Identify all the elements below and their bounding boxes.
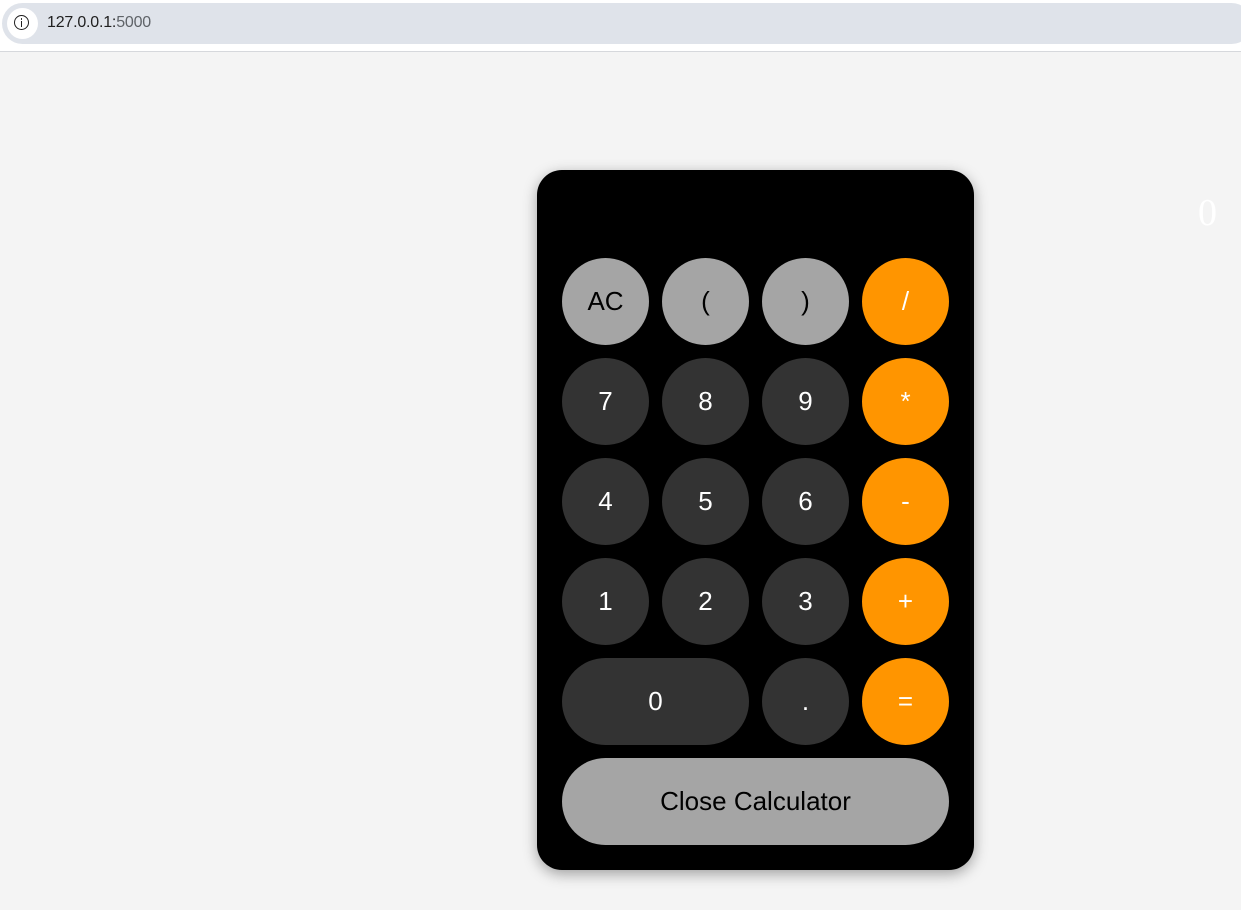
- digit-3-button[interactable]: 3: [762, 558, 849, 645]
- digit-2-button[interactable]: 2: [662, 558, 749, 645]
- info-icon: [14, 15, 29, 30]
- url-host: 127.0.0.1:: [47, 14, 117, 31]
- open-paren-button[interactable]: (: [662, 258, 749, 345]
- digit-6-button[interactable]: 6: [762, 458, 849, 545]
- digit-5-button[interactable]: 5: [662, 458, 749, 545]
- close-calculator-button[interactable]: Close Calculator: [562, 758, 949, 845]
- equals-button[interactable]: =: [862, 658, 949, 745]
- digit-1-button[interactable]: 1: [562, 558, 649, 645]
- clear-button[interactable]: AC: [562, 258, 649, 345]
- divide-button[interactable]: /: [862, 258, 949, 345]
- digit-7-button[interactable]: 7: [562, 358, 649, 445]
- url-port: 5000: [116, 14, 151, 31]
- decimal-button[interactable]: .: [762, 658, 849, 745]
- close-paren-button[interactable]: ): [762, 258, 849, 345]
- browser-toolbar: 127.0.0.1:5000: [0, 0, 1241, 52]
- site-info-button[interactable]: [7, 8, 38, 39]
- add-button[interactable]: +: [862, 558, 949, 645]
- address-bar[interactable]: 127.0.0.1:5000: [2, 3, 1241, 44]
- digit-4-button[interactable]: 4: [562, 458, 649, 545]
- digit-0-button[interactable]: 0: [562, 658, 749, 745]
- subtract-button[interactable]: -: [862, 458, 949, 545]
- digit-9-button[interactable]: 9: [762, 358, 849, 445]
- digit-8-button[interactable]: 8: [662, 358, 749, 445]
- multiply-button[interactable]: *: [862, 358, 949, 445]
- url-text[interactable]: 127.0.0.1:5000: [47, 14, 151, 32]
- calculator-display: 0: [1198, 192, 1217, 234]
